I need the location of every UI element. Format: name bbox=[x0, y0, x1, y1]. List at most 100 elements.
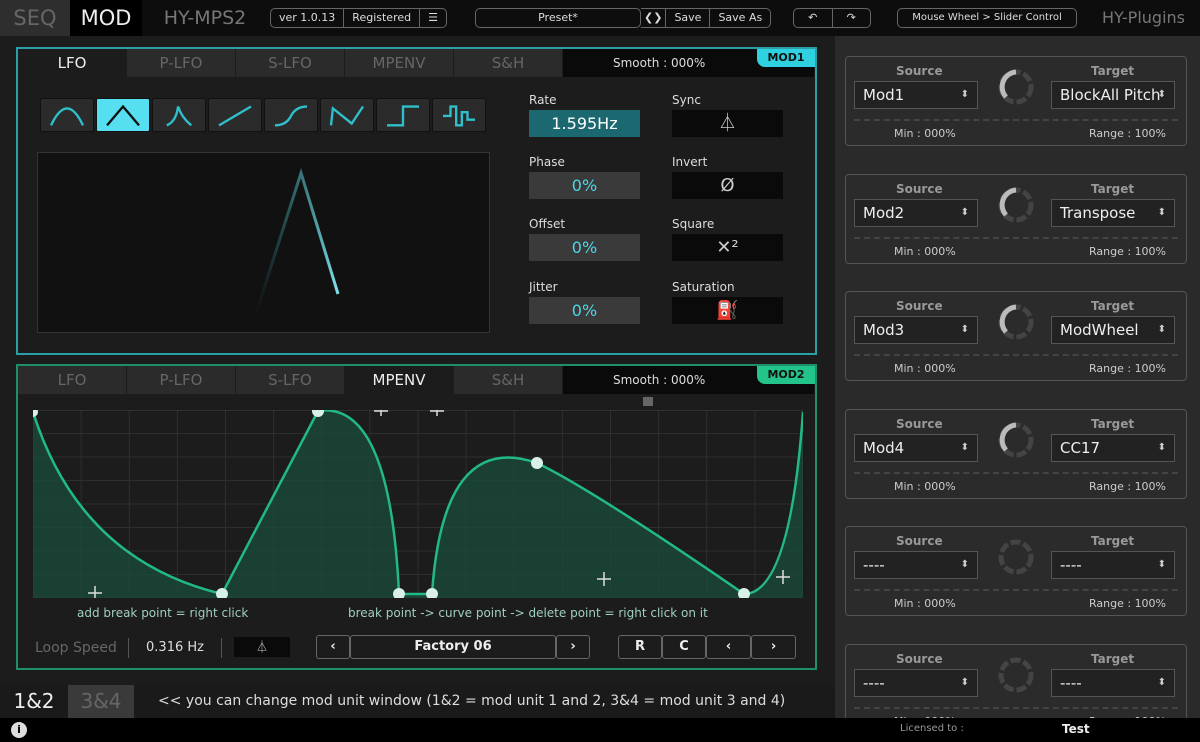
tab-p-lfo[interactable]: P-LFO bbox=[127, 366, 236, 394]
preset-field[interactable]: Preset* bbox=[475, 8, 641, 28]
target-select[interactable]: ---- ⬍ bbox=[1051, 551, 1175, 579]
range-readout[interactable]: Range : 100% bbox=[1089, 597, 1166, 610]
offset-label: Offset bbox=[529, 217, 566, 231]
range-readout[interactable]: Range : 100% bbox=[1089, 480, 1166, 493]
min-readout[interactable]: Min : 000% bbox=[894, 245, 956, 258]
target-select[interactable]: CC17 ⬍ bbox=[1051, 433, 1175, 462]
min-readout[interactable]: Min : 000% bbox=[894, 127, 956, 140]
undo-icon[interactable]: ↶ bbox=[794, 9, 833, 27]
updown-icon: ⬍ bbox=[960, 676, 969, 688]
range-readout[interactable]: Range : 100% bbox=[1089, 127, 1166, 140]
lfo-display bbox=[37, 152, 490, 333]
shape-triangle-button[interactable] bbox=[96, 98, 150, 132]
source-select[interactable]: ---- ⬍ bbox=[854, 551, 978, 579]
target-select[interactable]: Transpose ⬍ bbox=[1051, 198, 1175, 227]
copy-button[interactable]: C bbox=[662, 635, 706, 659]
hamburger-icon[interactable]: ☰ bbox=[420, 9, 446, 27]
shape-zigzag-button[interactable] bbox=[320, 98, 374, 132]
range-readout[interactable]: Range : 100% bbox=[1089, 245, 1166, 258]
amount-knob[interactable] bbox=[996, 655, 1036, 695]
mod-slot: Source Target ---- ⬍ ---- ⬍ Min : 000% Ran… bbox=[845, 526, 1187, 616]
registered-label[interactable]: Registered bbox=[344, 9, 421, 27]
amount-knob[interactable] bbox=[996, 302, 1036, 342]
tab-s-h[interactable]: S&H bbox=[454, 366, 563, 394]
sine-wave-icon bbox=[49, 107, 85, 126]
offset-slider[interactable]: 0% bbox=[529, 234, 640, 261]
range-slider[interactable] bbox=[854, 706, 1178, 709]
source-select[interactable]: Mod2 ⬍ bbox=[854, 198, 978, 227]
seq-tab[interactable]: SEQ bbox=[0, 0, 70, 36]
invert-button[interactable]: Ø bbox=[672, 172, 783, 199]
range-slider[interactable] bbox=[854, 589, 1178, 591]
mouse-wheel-button[interactable]: Mouse Wheel > Slider Control bbox=[897, 8, 1077, 28]
source-select[interactable]: Mod3 ⬍ bbox=[854, 316, 978, 344]
target-select[interactable]: BlockAll Pitch ⬍ bbox=[1051, 81, 1175, 109]
amount-knob[interactable] bbox=[996, 420, 1036, 460]
scroll-handle[interactable] bbox=[643, 397, 653, 406]
amount-knob[interactable] bbox=[996, 67, 1036, 107]
shift-right-button[interactable]: › bbox=[751, 635, 796, 659]
saturation-button[interactable]: ⛽ bbox=[672, 297, 783, 324]
jitter-slider[interactable]: 0% bbox=[529, 297, 640, 324]
source-select[interactable]: Mod4 ⬍ bbox=[854, 433, 978, 462]
tab-s-lfo[interactable]: S-LFO bbox=[236, 49, 345, 77]
info-icon[interactable]: i bbox=[11, 722, 27, 738]
phase-label: Phase bbox=[529, 155, 565, 169]
shape-random-step-button[interactable] bbox=[432, 98, 486, 132]
envelope-editor[interactable] bbox=[33, 410, 803, 598]
range-readout[interactable]: Range : 100% bbox=[1089, 362, 1166, 375]
tab-p-lfo[interactable]: P-LFO bbox=[127, 49, 236, 77]
envelope-preset-name[interactable]: Factory 06 bbox=[350, 635, 556, 659]
amount-knob[interactable] bbox=[996, 537, 1036, 577]
updown-icon: ⬍ bbox=[960, 206, 969, 218]
shift-left-button[interactable]: ‹ bbox=[706, 635, 751, 659]
unit-3-4-tab[interactable]: 3&4 bbox=[68, 685, 134, 718]
tab-s-lfo[interactable]: S-LFO bbox=[236, 366, 345, 394]
range-slider[interactable] bbox=[854, 471, 1178, 474]
source-select[interactable]: ---- ⬍ bbox=[854, 668, 978, 697]
range-slider[interactable] bbox=[854, 119, 1178, 121]
mod-tab[interactable]: MOD bbox=[70, 0, 142, 36]
reset-button[interactable]: R bbox=[618, 635, 662, 659]
target-select[interactable]: ---- ⬍ bbox=[1051, 668, 1175, 697]
square-button[interactable]: ✕² bbox=[672, 234, 783, 261]
select-value: ---- bbox=[1060, 673, 1082, 692]
save-button[interactable]: Save bbox=[666, 9, 711, 27]
updown-icon: ⬍ bbox=[960, 441, 969, 453]
range-slider[interactable] bbox=[854, 236, 1178, 239]
preset-next-button[interactable]: › bbox=[556, 635, 590, 659]
shape-square-button[interactable] bbox=[376, 98, 430, 132]
preset-prev-button[interactable]: ‹ bbox=[316, 635, 350, 659]
min-readout[interactable]: Min : 000% bbox=[894, 480, 956, 493]
tab-s-h[interactable]: S&H bbox=[454, 49, 563, 77]
loop-speed-label: Loop Speed bbox=[35, 640, 117, 656]
loop-sync-button[interactable]: ⏃ bbox=[234, 637, 290, 657]
amount-knob[interactable] bbox=[996, 185, 1036, 225]
sync-button[interactable]: ⏃ bbox=[672, 110, 783, 137]
source-select[interactable]: Mod1 ⬍ bbox=[854, 81, 978, 109]
phase-slider[interactable]: 0% bbox=[529, 172, 640, 199]
unit-1-2-tab[interactable]: 1&2 bbox=[0, 685, 68, 718]
range-slider[interactable] bbox=[854, 354, 1178, 356]
loop-speed-field[interactable]: 0.316 Hz bbox=[128, 638, 222, 658]
tab-mpenv[interactable]: MPENV bbox=[345, 49, 454, 77]
tab-lfo[interactable]: LFO bbox=[18, 366, 127, 394]
rate-slider[interactable]: 1.595Hz bbox=[529, 110, 640, 137]
target-select[interactable]: ModWheel ⬍ bbox=[1051, 316, 1175, 344]
lfo-waveform bbox=[254, 167, 340, 314]
min-readout[interactable]: Min : 000% bbox=[894, 597, 956, 610]
min-readout[interactable]: Min : 000% bbox=[894, 362, 956, 375]
save-as-button[interactable]: Save As bbox=[710, 9, 770, 27]
tab-mpenv[interactable]: MPENV bbox=[345, 366, 454, 394]
shape-saw-button[interactable] bbox=[208, 98, 262, 132]
mod2-tabs: LFO P-LFO S-LFO MPENV S&H Smooth : 000% bbox=[18, 366, 815, 394]
preset-prev-next-icon[interactable]: ❮❯ bbox=[641, 9, 667, 27]
tab-lfo[interactable]: LFO bbox=[18, 49, 127, 77]
updown-icon: ⬍ bbox=[960, 324, 969, 335]
shape-ramp-peak-button[interactable] bbox=[152, 98, 206, 132]
shape-sine-button[interactable] bbox=[40, 98, 94, 132]
metronome-icon: ⏃ bbox=[255, 640, 268, 654]
redo-icon[interactable]: ↷ bbox=[833, 9, 871, 27]
shape-s-curve-button[interactable] bbox=[264, 98, 318, 132]
source-label: Source bbox=[896, 534, 943, 548]
